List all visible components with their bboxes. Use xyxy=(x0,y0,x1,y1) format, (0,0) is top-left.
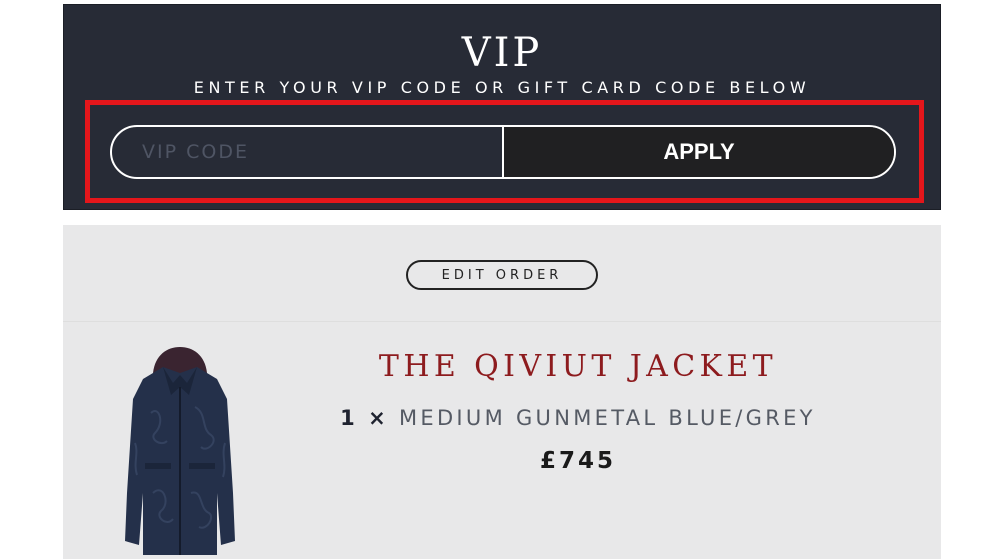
vip-subtitle: ENTER YOUR VIP CODE OR GIFT CARD CODE BE… xyxy=(193,78,811,97)
product-price: £745 xyxy=(539,448,616,474)
apply-button[interactable]: APPLY xyxy=(504,127,894,177)
vip-code-panel: VIP ENTER YOUR VIP CODE OR GIFT CARD COD… xyxy=(63,4,941,210)
vip-code-input[interactable] xyxy=(112,127,504,177)
order-divider xyxy=(63,321,941,322)
jacket-product-image xyxy=(125,347,235,555)
product-variant-line: 1 × MEDIUM GUNMETAL BLUE/GREY xyxy=(273,405,883,431)
order-summary-panel: EDIT ORDER THE QIVIUT JACKET 1 × MEDIUM … xyxy=(63,225,941,559)
quantity-separator: × xyxy=(368,406,389,430)
vip-code-form: APPLY xyxy=(110,125,896,179)
product-variant: MEDIUM GUNMETAL BLUE/GREY xyxy=(398,406,816,430)
edit-order-button[interactable]: EDIT ORDER xyxy=(406,260,598,290)
product-name: THE QIVIUT JACKET xyxy=(378,349,778,384)
product-quantity: 1 xyxy=(340,406,359,430)
vip-title: VIP xyxy=(461,30,543,76)
